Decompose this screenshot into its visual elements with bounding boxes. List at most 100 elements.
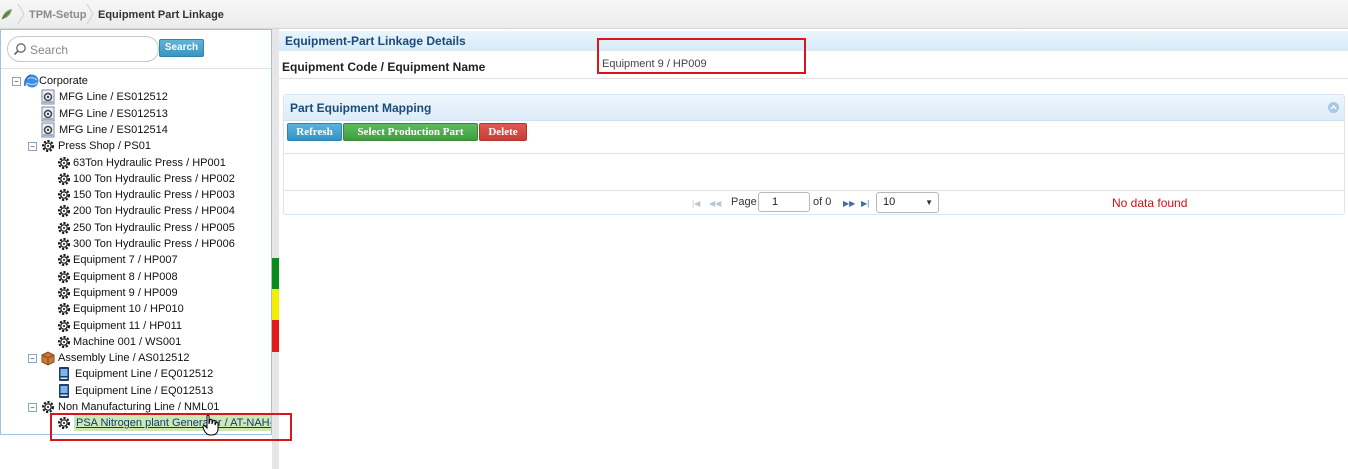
tree-node-label[interactable]: 300 Ton Hydraulic Press / HP006	[73, 236, 235, 252]
tree-node[interactable]: Equipment 7 / HP007	[1, 252, 271, 268]
gear-icon	[58, 189, 70, 201]
tree-node-label[interactable]: Assembly Line / AS012512	[58, 350, 189, 366]
breadcrumb-item-tpm-setup[interactable]: TPM-Setup	[29, 9, 86, 21]
first-page-icon[interactable]: |◀	[692, 199, 700, 208]
gear-icon	[42, 140, 54, 152]
tree-node[interactable]: 150 Ton Hydraulic Press / HP003	[1, 187, 271, 203]
tree-node[interactable]: Equipment 11 / HP011	[1, 318, 271, 334]
search-input[interactable]	[30, 41, 154, 58]
status-color-yellow	[272, 289, 279, 320]
book-icon	[59, 384, 69, 398]
gear-document-icon	[41, 89, 55, 105]
breadcrumb-bar: TPM-Setup Equipment Part Linkage	[0, 0, 1348, 29]
part-equipment-mapping-panel: Part Equipment Mapping Refresh Select Pr…	[283, 94, 1345, 215]
globe-icon	[24, 74, 39, 88]
tree-collapse-toggle[interactable]: −	[28, 354, 37, 363]
tree-node[interactable]: Machine 001 / WS001	[1, 334, 271, 350]
select-production-part-button[interactable]: Select Production Part	[343, 123, 478, 141]
search-box[interactable]	[7, 36, 159, 62]
gear-icon	[58, 157, 70, 169]
tree-node-label[interactable]: Equipment Line / EQ012513	[75, 383, 213, 399]
page-size-value: 10	[883, 196, 896, 208]
delete-button[interactable]: Delete	[479, 123, 527, 141]
page-size-select[interactable]: 10 ▼	[876, 192, 939, 213]
gear-icon	[58, 173, 70, 185]
tree-node[interactable]: − Corporate	[1, 73, 271, 89]
breadcrumb-item-equipment-part-linkage: Equipment Part Linkage	[98, 9, 224, 21]
last-page-icon[interactable]: ▶|	[861, 199, 869, 208]
tree-node-label[interactable]: 63Ton Hydraulic Press / HP001	[73, 155, 226, 171]
refresh-button[interactable]: Refresh	[287, 123, 342, 141]
book-icon	[59, 367, 69, 381]
panel-scroll-strip[interactable]	[272, 29, 279, 469]
pager: |◀ ◀◀ Page 1 of 0 ▶▶ ▶| 10 ▼ No data fou…	[284, 191, 1344, 215]
tree-node-label[interactable]: Equipment Line / EQ012512	[75, 366, 213, 382]
tree-node[interactable]: Equipment 10 / HP010	[1, 301, 271, 317]
search-icon	[13, 43, 26, 56]
tree-node[interactable]: − Assembly Line / AS012512	[1, 350, 271, 366]
tree-collapse-toggle[interactable]: −	[28, 142, 37, 151]
status-color-green	[272, 258, 279, 289]
chevron-down-icon: ▼	[925, 198, 933, 207]
tree-node[interactable]: 250 Ton Hydraulic Press / HP005	[1, 220, 271, 236]
gear-icon	[58, 271, 70, 283]
gear-document-icon	[41, 106, 55, 122]
gear-icon	[58, 320, 70, 332]
collapse-icon[interactable]	[1328, 102, 1339, 113]
equipment-tree-panel: Search −CorporateMFG Line / ES012512MFG …	[0, 29, 272, 435]
tree-node[interactable]: MFG Line / ES012513	[1, 106, 271, 122]
tree-node-label[interactable]: Equipment 7 / HP007	[73, 252, 178, 268]
tpm-leaf-icon[interactable]	[0, 7, 14, 21]
search-button[interactable]: Search	[159, 39, 204, 57]
tree-node[interactable]: Equipment 9 / HP009	[1, 285, 271, 301]
no-data-message: No data found	[1112, 196, 1188, 210]
tree-node-label[interactable]: MFG Line / ES012513	[59, 106, 168, 122]
gear-icon	[58, 303, 70, 315]
main-content: Equipment-Part Linkage Details Equipment…	[279, 29, 1348, 469]
tree-node[interactable]: MFG Line / ES012514	[1, 122, 271, 138]
tree-node[interactable]: Equipment Line / EQ012513	[1, 383, 271, 399]
gear-icon	[58, 254, 70, 266]
highlight-box-selected-node	[50, 413, 292, 441]
tree-node-label[interactable]: MFG Line / ES012512	[59, 89, 168, 105]
tree-node[interactable]: 100 Ton Hydraulic Press / HP002	[1, 171, 271, 187]
gear-icon	[58, 222, 70, 234]
highlight-box-equipment-value	[597, 38, 806, 74]
breadcrumb-separator-icon	[17, 4, 25, 24]
tree-node-label[interactable]: Equipment 9 / HP009	[73, 285, 178, 301]
tree-node-label[interactable]: Equipment 10 / HP010	[73, 301, 184, 317]
tree-node[interactable]: − Press Shop / PS01	[1, 138, 271, 154]
tree-node-label[interactable]: Equipment 11 / HP011	[73, 318, 182, 334]
tree-node-label[interactable]: 150 Ton Hydraulic Press / HP003	[73, 187, 235, 203]
grid-divider	[284, 153, 1344, 154]
tree-node-label[interactable]: Equipment 8 / HP008	[73, 269, 178, 285]
gear-icon	[58, 336, 70, 348]
tree-node-label[interactable]: 100 Ton Hydraulic Press / HP002	[73, 171, 235, 187]
gear-document-icon	[41, 122, 55, 138]
tree-node[interactable]: Equipment Line / EQ012512	[1, 366, 271, 382]
tree-node[interactable]: 200 Ton Hydraulic Press / HP004	[1, 203, 271, 219]
tree-node-label[interactable]: Machine 001 / WS001	[73, 334, 181, 350]
gear-icon	[58, 238, 70, 250]
tree-collapse-toggle[interactable]: −	[28, 403, 37, 412]
tree-node-label[interactable]: MFG Line / ES012514	[59, 122, 168, 138]
prev-page-icon[interactable]: ◀◀	[709, 199, 721, 208]
tree-node-label[interactable]: Press Shop / PS01	[58, 138, 151, 154]
tree-node-label[interactable]: Corporate	[39, 73, 88, 89]
tree-node-label[interactable]: 250 Ton Hydraulic Press / HP005	[73, 220, 235, 236]
tree-divider	[1, 68, 271, 69]
equipment-detail-row: Equipment Code / Equipment Name Equipmen…	[279, 53, 1348, 79]
details-section-header: Equipment-Part Linkage Details	[279, 31, 1348, 51]
tree-node-label[interactable]: 200 Ton Hydraulic Press / HP004	[73, 203, 235, 219]
gear-icon	[58, 205, 70, 217]
tree-node[interactable]: 63Ton Hydraulic Press / HP001	[1, 155, 271, 171]
status-color-red	[272, 320, 279, 352]
tree-node[interactable]: MFG Line / ES012512	[1, 89, 271, 105]
breadcrumb-separator-icon	[86, 4, 94, 24]
next-page-icon[interactable]: ▶▶	[843, 199, 855, 208]
equipment-code-label: Equipment Code / Equipment Name	[282, 60, 486, 74]
page-number-input[interactable]: 1	[758, 192, 810, 212]
tree-node[interactable]: Equipment 8 / HP008	[1, 269, 271, 285]
tree-collapse-toggle[interactable]: −	[12, 77, 21, 86]
tree-node[interactable]: 300 Ton Hydraulic Press / HP006	[1, 236, 271, 252]
